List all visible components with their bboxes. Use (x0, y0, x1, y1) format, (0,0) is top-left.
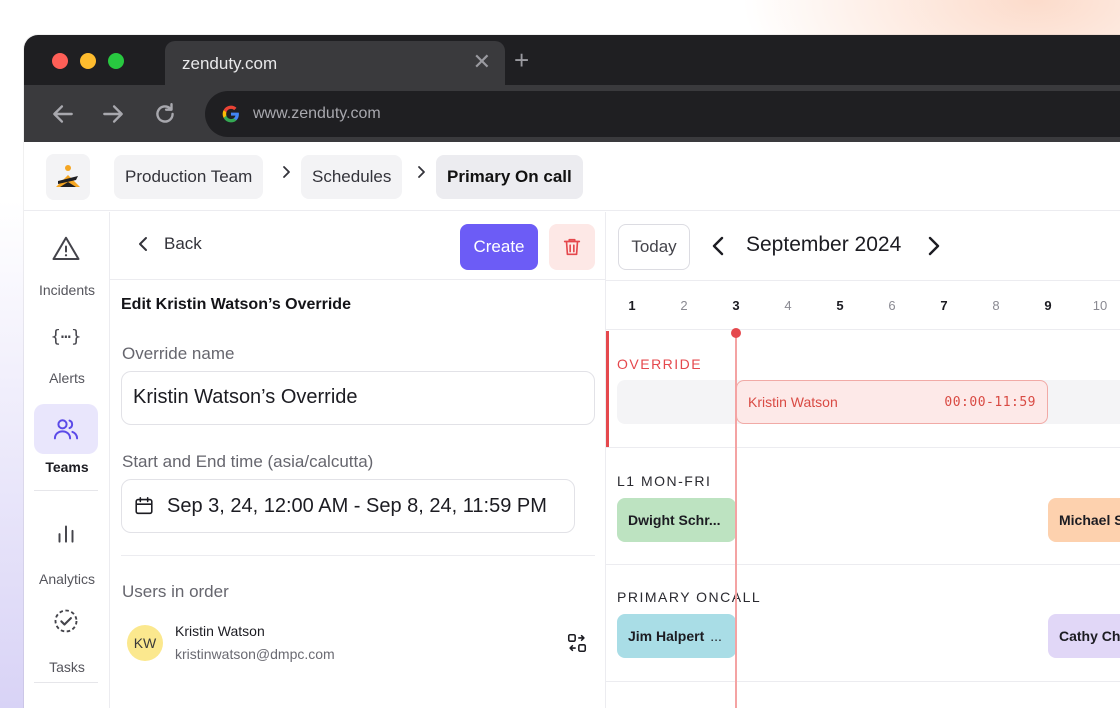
sidebar-label-analytics: Analytics (38, 571, 96, 587)
divider (121, 555, 595, 556)
users-icon (53, 419, 79, 440)
back-label: Back (164, 234, 202, 253)
app-header: Production Team Schedules Primary On cal… (24, 142, 1120, 211)
tab-close-icon[interactable]: ✕ (473, 51, 491, 73)
swap-icon[interactable] (566, 632, 588, 654)
incidents-icon-box (34, 224, 98, 274)
schedule-calendar: Today September 2024 1 2 3 4 5 6 7 8 9 1… (606, 212, 1120, 708)
close-window-button[interactable] (52, 53, 68, 69)
background-gradient (0, 200, 24, 708)
sidebar-label-tasks: Tasks (49, 659, 85, 675)
sidebar: Incidents {⋯} Alerts Teams Analytics Tas… (24, 212, 110, 708)
event-dwight[interactable]: Dwight Schr... (617, 498, 736, 542)
event-cathy[interactable]: Cathy Ch (1048, 614, 1120, 658)
chevron-right-icon (283, 166, 290, 178)
sidebar-divider (34, 682, 98, 683)
minimize-window-button[interactable] (80, 53, 96, 69)
day-label: 1 (628, 298, 636, 313)
sidebar-divider (34, 490, 98, 491)
event-name: Kristin Watson (748, 394, 838, 410)
month-label: September 2024 (746, 233, 902, 256)
braces-icon: {⋯} (50, 327, 82, 347)
today-button[interactable]: Today (618, 224, 690, 270)
day-label: 4 (784, 298, 792, 313)
back-button[interactable]: Back (136, 234, 202, 254)
day-label: 7 (940, 298, 948, 313)
chevron-left-icon[interactable] (708, 234, 730, 258)
chevron-right-icon (418, 166, 425, 178)
event-name: Jim Halpert (628, 628, 705, 644)
breadcrumb-production-team[interactable]: Production Team (114, 155, 264, 199)
create-button[interactable]: Create (460, 224, 538, 270)
section-label-primary: PRIMARY ONCALL (617, 589, 762, 605)
tab-title: zenduty.com (182, 54, 278, 73)
current-time-dot (731, 328, 741, 338)
day-label: 2 (680, 298, 688, 313)
check-circle-icon (54, 609, 78, 633)
sidebar-label-teams: Teams (45, 459, 89, 475)
override-name-input[interactable]: Kristin Watson’s Override (121, 371, 595, 425)
day-label: 10 (1092, 298, 1108, 313)
teams-icon-box (34, 404, 98, 454)
zenduty-logo-icon (56, 165, 80, 187)
override-indicator (606, 331, 609, 447)
browser-window: zenduty.com ✕ + www.zenduty.com Producti… (24, 35, 1120, 708)
current-time-line (735, 331, 737, 708)
url-text: www.zenduty.com (253, 105, 381, 122)
day-label: 9 (1044, 298, 1052, 313)
address-bar[interactable]: www.zenduty.com (205, 91, 1120, 137)
override-name-label: Override name (122, 344, 235, 363)
users-label: Users in order (122, 582, 229, 601)
event-more: ... (710, 628, 722, 644)
day-label: 5 (836, 298, 844, 313)
calendar-icon (135, 496, 153, 515)
breadcrumb-schedules[interactable]: Schedules (301, 155, 403, 199)
override-panel: Back Create Edit Kristin Watson’s Overri… (110, 212, 606, 708)
user-email: kristinwatson@dmpc.com (175, 646, 335, 662)
browser-toolbar: www.zenduty.com (24, 85, 1120, 142)
day-label: 8 (992, 298, 1000, 313)
zenduty-logo[interactable] (46, 154, 90, 200)
breadcrumb-primary-on-call[interactable]: Primary On call (436, 155, 583, 199)
section-label-l1: L1 MON-FRI (617, 473, 712, 489)
bar-chart-icon (58, 525, 74, 543)
chevron-right-icon[interactable] (922, 234, 944, 258)
time-label: Start and End time (asia/calcutta) (122, 452, 374, 471)
tasks-icon-box (34, 596, 98, 646)
section-label-override: OVERRIDE (617, 356, 703, 372)
forward-arrow-icon[interactable] (100, 101, 126, 127)
back-arrow-icon[interactable] (50, 101, 76, 127)
browser-titlebar: zenduty.com ✕ + (24, 35, 1120, 85)
override-event[interactable]: Kristin Watson 00:00-11:59 (736, 380, 1048, 424)
event-jim[interactable]: Jim Halpert ... (617, 614, 736, 658)
user-name: Kristin Watson (175, 623, 265, 639)
chevron-left-icon (139, 237, 147, 251)
browser-tab[interactable]: zenduty.com ✕ (165, 41, 505, 85)
event-time: 00:00-11:59 (944, 394, 1036, 410)
day-label: 3 (732, 298, 740, 313)
panel-toolbar: Back Create (110, 212, 605, 280)
new-tab-button[interactable]: + (514, 47, 529, 73)
app: Production Team Schedules Primary On cal… (24, 142, 1120, 708)
warning-triangle-icon (52, 236, 80, 260)
analytics-icon-box (34, 508, 98, 558)
days-header: 1 2 3 4 5 6 7 8 9 10 (606, 280, 1120, 330)
event-michael[interactable]: Michael S (1048, 498, 1120, 542)
date-range-value: Sep 3, 24, 12:00 AM - Sep 8, 24, 11:59 P… (167, 494, 547, 517)
google-icon (222, 105, 239, 123)
schedule-row-primary: PRIMARY ONCALL Jim Halpert ... Cathy Ch (606, 565, 1120, 682)
avatar: KW (127, 625, 163, 661)
reload-icon[interactable] (152, 101, 178, 127)
delete-button[interactable] (549, 224, 595, 270)
panel-title: Edit Kristin Watson’s Override (121, 296, 351, 313)
trash-icon (563, 238, 581, 256)
alerts-icon-box: {⋯} (34, 312, 98, 362)
maximize-window-button[interactable] (108, 53, 124, 69)
day-label: 6 (888, 298, 896, 313)
schedule-row-l1: L1 MON-FRI Dwight Schr... Michael S (606, 448, 1120, 565)
date-range-input[interactable]: Sep 3, 24, 12:00 AM - Sep 8, 24, 11:59 P… (121, 479, 575, 533)
override-row: OVERRIDE Kristin Watson 00:00-11:59 (606, 331, 1120, 448)
sidebar-label-incidents: Incidents (38, 282, 96, 298)
sidebar-label-alerts: Alerts (49, 370, 85, 386)
